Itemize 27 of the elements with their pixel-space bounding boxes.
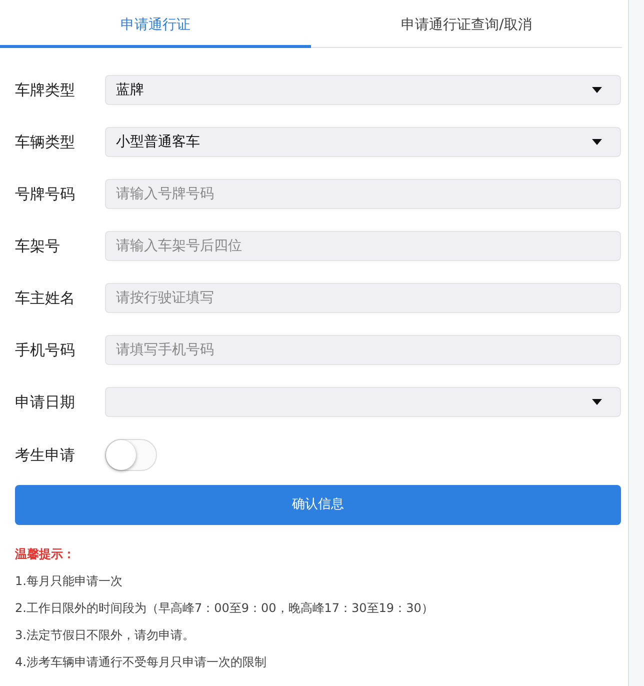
input-field[interactable]: 请按行驶证填写: [105, 283, 621, 313]
field-label: 考生申请: [15, 444, 76, 466]
tip-text: 3.法定节假日不限外，请勿申请。: [15, 627, 196, 644]
tab[interactable]: 申请通行证查询/取消: [311, 6, 622, 48]
tips-title: 温馨提示：: [15, 546, 76, 563]
input-field[interactable]: 请输入车架号后四位: [105, 231, 621, 261]
tip-text: 2.工作日限外的时间段为（早高峰7：00至9：00，晚高峰17：30至19：30）: [15, 600, 434, 617]
field-label: 手机号码: [15, 340, 76, 361]
caret-icon: [592, 87, 602, 93]
field-label: 申请日期: [15, 392, 76, 413]
field-label: 车牌类型: [15, 80, 76, 101]
field-label: 车辆类型: [15, 132, 76, 153]
tab[interactable]: 申请通行证: [0, 6, 311, 48]
select-field[interactable]: 蓝牌: [105, 75, 621, 105]
select-field[interactable]: 小型普通客车: [105, 127, 621, 157]
tip-text: 4.涉考车辆申请通行不受每月只申请一次的限制: [15, 654, 268, 671]
field-label: 号牌号码: [15, 184, 76, 205]
caret-icon: [592, 399, 602, 405]
tip-text: 1.每月只能申请一次: [15, 573, 124, 590]
caret-icon: [592, 139, 602, 145]
confirm-button[interactable]: 确认信息: [15, 485, 621, 525]
select-field[interactable]: [105, 387, 621, 417]
input-field[interactable]: 请填写手机号码: [105, 335, 621, 365]
field-label: 车架号: [15, 236, 61, 257]
input-field[interactable]: 请输入号牌号码: [105, 179, 621, 209]
toggle-switch[interactable]: [105, 439, 157, 471]
field-label: 车主姓名: [15, 288, 76, 309]
